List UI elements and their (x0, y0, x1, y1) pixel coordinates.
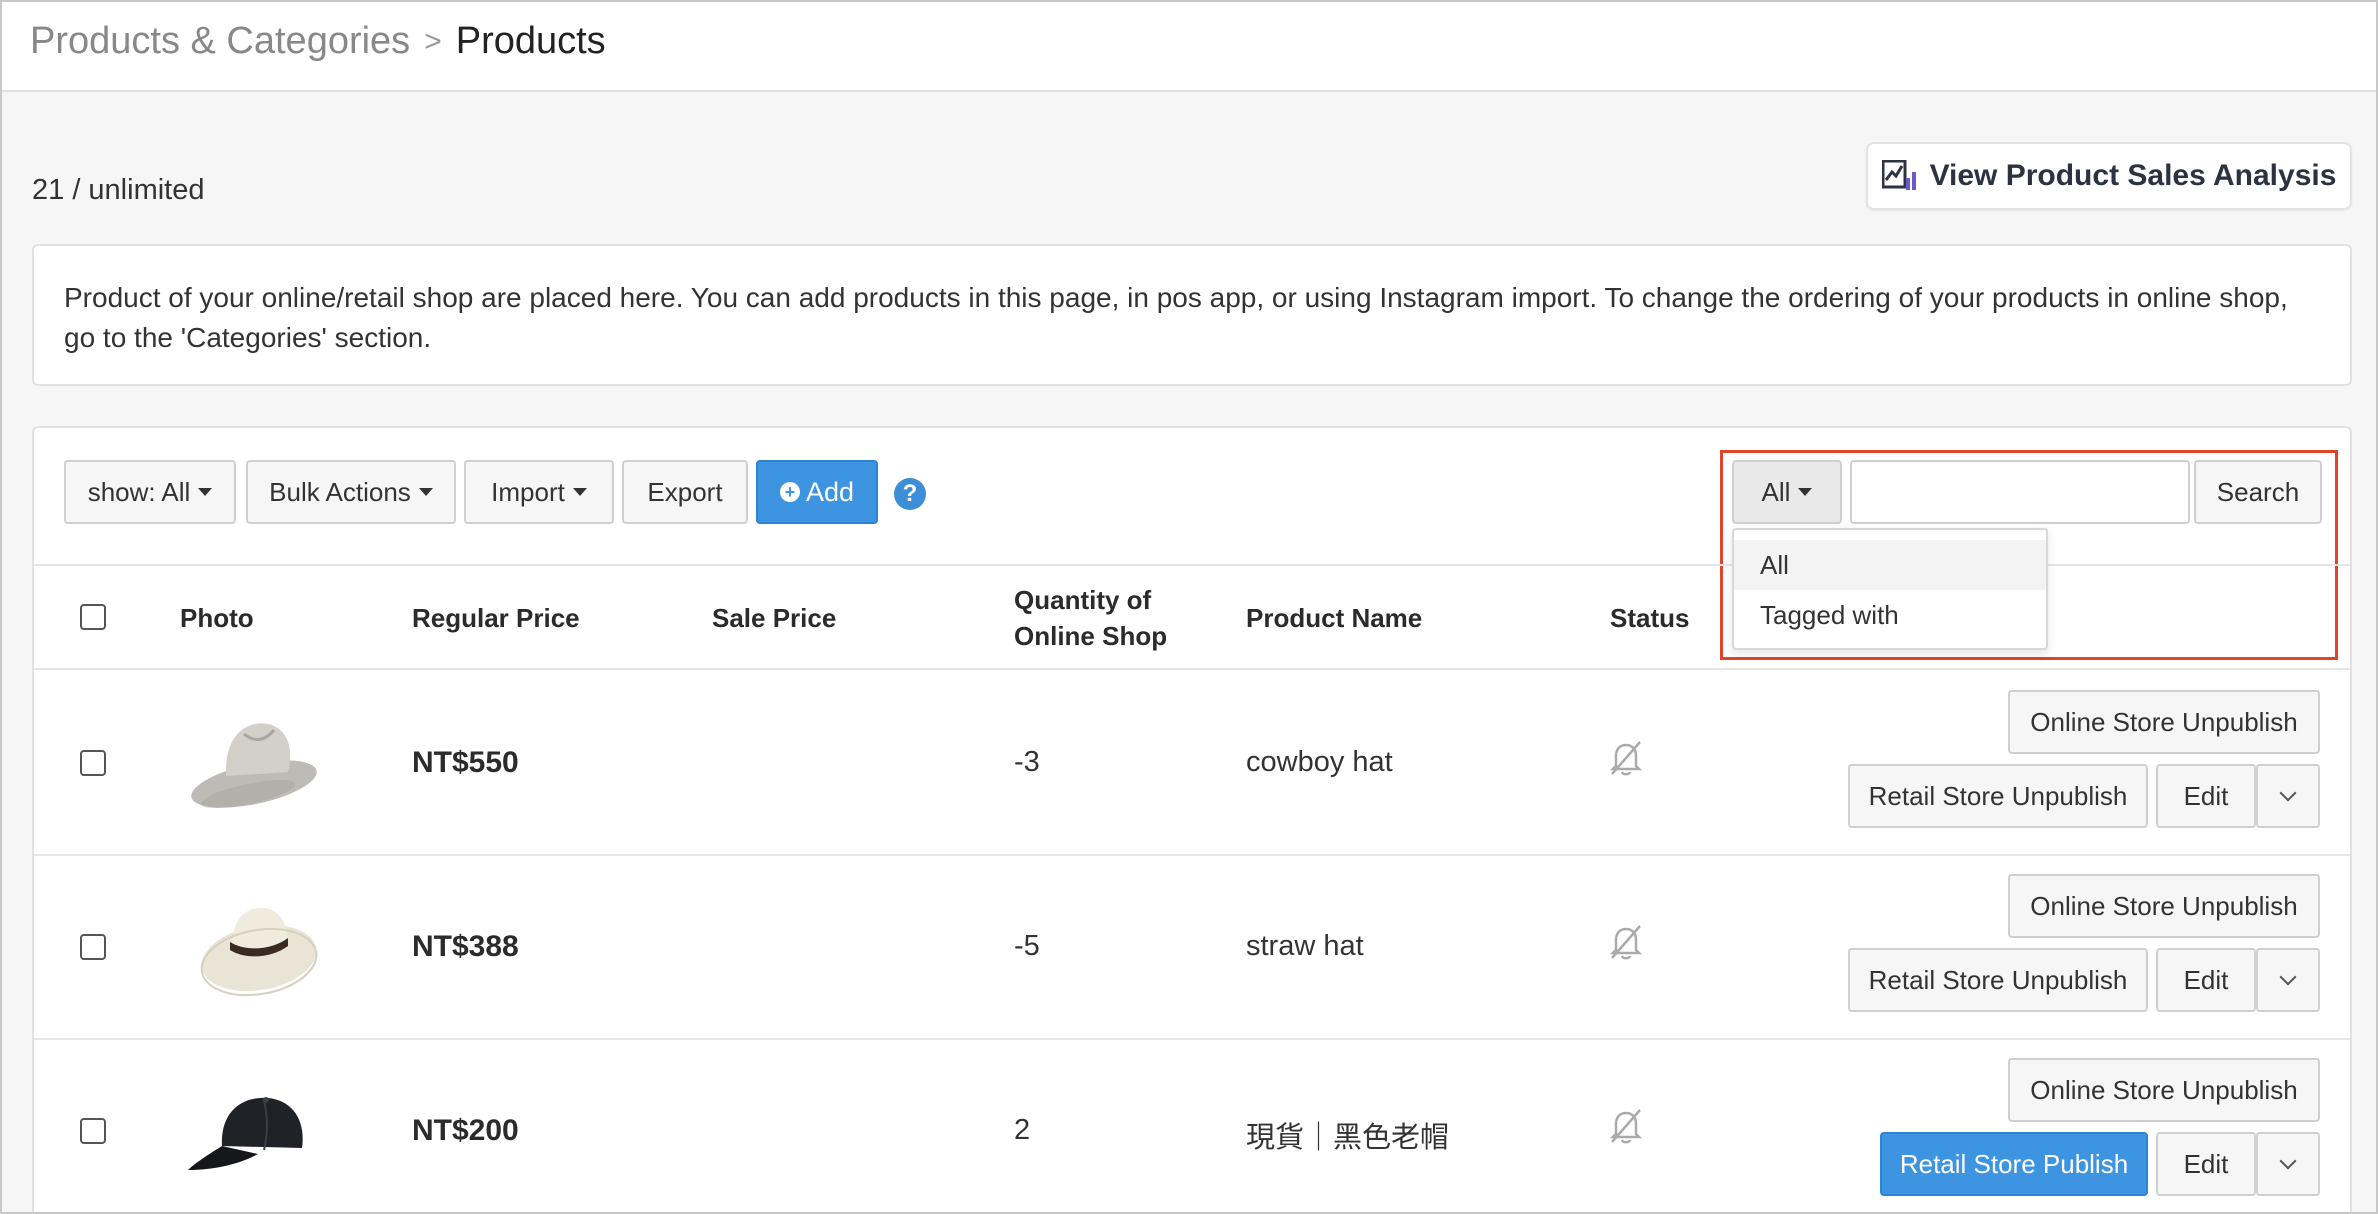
edit-label: Edit (2183, 780, 2229, 811)
chevron-down-icon (2279, 784, 2297, 802)
table-row: NT$388 -5 straw hat Online Store Unpubli… (34, 856, 2350, 1040)
add-label: Add (805, 476, 855, 507)
search-input[interactable] (1850, 460, 2190, 524)
regular-price: NT$550 (412, 746, 519, 779)
regular-price: NT$388 (412, 930, 519, 963)
black-cap-photo (188, 1097, 303, 1170)
more-actions-button[interactable] (2256, 1132, 2320, 1196)
regular-price: NT$200 (412, 1114, 519, 1147)
retail-store-action-label: Retail Store Unpublish (1868, 780, 2128, 811)
edit-button[interactable]: Edit (2156, 948, 2256, 1012)
show-filter-label: show: All (87, 476, 191, 507)
retail-store-action-label: Retail Store Unpublish (1868, 964, 2128, 995)
bulk-actions-label: Bulk Actions (269, 476, 411, 507)
view-sales-analysis-label: View Product Sales Analysis (1929, 159, 2337, 192)
quantity: -3 (1014, 746, 1040, 778)
row-checkbox[interactable] (80, 1118, 106, 1144)
search-filter-dropdown[interactable]: All (1732, 460, 1842, 524)
column-product-name: Product Name (1246, 603, 1423, 633)
online-store-unpublish-button[interactable]: Online Store Unpublish (2008, 690, 2320, 754)
search-button[interactable]: Search (2194, 460, 2322, 524)
product-name[interactable]: cowboy hat (1246, 746, 1393, 779)
column-sale-price: Sale Price (712, 603, 837, 633)
breadcrumb-separator: > (424, 24, 442, 58)
select-all-checkbox[interactable] (80, 604, 106, 630)
retail-store-action-label: Retail Store Publish (1899, 1148, 2129, 1179)
online-store-action-label: Online Store Unpublish (2030, 706, 2298, 737)
edit-button[interactable]: Edit (2156, 1132, 2256, 1196)
plus-circle-icon: + (779, 482, 800, 502)
product-name[interactable]: straw hat (1246, 930, 1364, 963)
retail-store-unpublish-button[interactable]: Retail Store Unpublish (1848, 948, 2148, 1012)
chevron-down-icon (2279, 1152, 2297, 1170)
import-label: Import (491, 476, 565, 507)
column-status: Status (1610, 603, 1690, 633)
export-button[interactable]: Export (622, 460, 748, 524)
caret-down-icon (198, 488, 213, 496)
retail-store-unpublish-button[interactable]: Retail Store Unpublish (1848, 764, 2148, 828)
straw-hat-photo (200, 907, 318, 997)
import-button[interactable]: Import (464, 460, 614, 524)
bell-off-icon (1609, 925, 1643, 960)
column-quantity-line2: Online Shop (1014, 621, 1168, 651)
more-actions-button[interactable] (2256, 764, 2320, 828)
info-box: Product of your online/retail shop are p… (32, 244, 2352, 386)
quantity: -5 (1014, 930, 1040, 962)
online-store-unpublish-button[interactable]: Online Store Unpublish (2008, 1058, 2320, 1122)
app-window: Products & Categories > Products 21 / un… (0, 0, 2378, 1214)
info-text: Product of your online/retail shop are p… (64, 282, 2288, 353)
breadcrumb: Products & Categories > Products (30, 20, 606, 63)
edit-button[interactable]: Edit (2156, 764, 2256, 828)
online-store-unpublish-button[interactable]: Online Store Unpublish (2008, 874, 2320, 938)
export-label: Export (647, 476, 723, 507)
online-store-action-label: Online Store Unpublish (2030, 890, 2298, 921)
column-quantity: Quantity of Online Shop (1014, 582, 1167, 654)
column-photo: Photo (180, 603, 254, 633)
caret-down-icon (572, 488, 587, 496)
filter-option-all[interactable]: All (1734, 540, 2046, 590)
row-checkbox[interactable] (80, 934, 106, 960)
cowboy-hat-photo (191, 723, 317, 808)
bulk-actions-button[interactable]: Bulk Actions (246, 460, 456, 524)
column-quantity-line1: Quantity of (1014, 585, 1152, 615)
search-button-label: Search (2216, 476, 2300, 507)
table-row: NT$200 2 現貨｜黑色老帽 Online Store Unpublish … (34, 1040, 2350, 1212)
bell-off-icon (1609, 1109, 1643, 1144)
search-filter-label: All (1761, 476, 1791, 507)
chevron-down-icon (2279, 968, 2297, 986)
bell-off-icon (1609, 741, 1643, 776)
products-panel: show: All Bulk Actions Import Export + A… (32, 426, 2352, 1212)
breadcrumb-parent-link[interactable]: Products & Categories (30, 20, 410, 63)
add-product-button[interactable]: + Add (756, 460, 878, 524)
retail-store-publish-button[interactable]: Retail Store Publish (1880, 1132, 2148, 1196)
help-icon[interactable]: ? (894, 478, 926, 510)
product-quota: 21 / unlimited (32, 174, 205, 206)
top-bar: Products & Categories > Products (2, 2, 2376, 92)
caret-down-icon (418, 488, 433, 496)
show-filter-button[interactable]: show: All (64, 460, 236, 524)
row-checkbox[interactable] (80, 750, 106, 776)
table-row: NT$550 -3 cowboy hat Online Store Unpubl… (34, 672, 2350, 856)
column-regular-price: Regular Price (412, 603, 580, 633)
online-store-action-label: Online Store Unpublish (2030, 1074, 2298, 1105)
edit-label: Edit (2183, 1148, 2229, 1179)
view-sales-analysis-button[interactable]: View Product Sales Analysis (1866, 142, 2352, 210)
page-title: Products (455, 20, 606, 62)
filter-option-tagged-with[interactable]: Tagged with (1734, 590, 2046, 640)
caret-down-icon (1798, 488, 1813, 496)
product-name[interactable]: 現貨｜黑色老帽 (1246, 1114, 1449, 1156)
chart-icon (1881, 160, 1916, 190)
more-actions-button[interactable] (2256, 948, 2320, 1012)
edit-label: Edit (2183, 964, 2229, 995)
search-filter-menu: All Tagged with (1732, 528, 2048, 650)
quantity: 2 (1014, 1114, 1031, 1146)
